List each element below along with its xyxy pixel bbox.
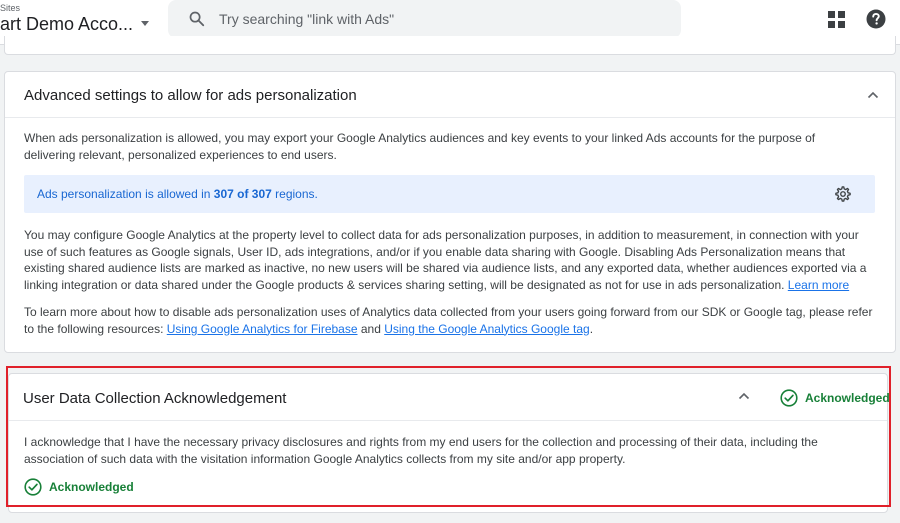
resources-and: and [357,321,385,336]
learn-more-link[interactable]: Learn more [788,278,849,292]
previous-card-edge [4,36,896,55]
card-title: Advanced settings to allow for ads perso… [24,87,357,104]
banner-prefix: Ads personalization is allowed in [37,187,214,201]
search-input[interactable] [219,8,659,30]
resources-end: . [589,321,594,336]
regions-status-text: Ads personalization is allowed in 307 of… [37,187,318,201]
search-icon[interactable] [188,10,205,27]
apps-grid-icon[interactable] [828,11,845,28]
breadcrumb[interactable]: Sites [0,3,20,13]
personalization-text: You may configure Google Analytics at th… [24,228,867,292]
ads-personalization-card: Advanced settings to allow for ads perso… [4,71,896,353]
personalization-paragraph: You may configure Google Analytics at th… [24,227,874,293]
ads-personalization-header[interactable]: Advanced settings to allow for ads perso… [5,72,895,118]
intro-text: When ads personalization is allowed, you… [24,131,816,162]
highlight-frame [6,366,891,507]
regions-info-banner: Ads personalization is allowed in 307 of… [24,175,875,213]
dropdown-caret-icon[interactable] [141,21,149,26]
help-icon[interactable] [866,9,886,29]
account-selector[interactable]: art Demo Acco... [0,14,133,35]
gear-icon[interactable] [834,185,852,203]
chevron-up-icon[interactable] [867,91,879,99]
regions-count: 307 of 307 [213,187,272,201]
firebase-link[interactable]: Using Google Analytics for Firebase [167,322,358,336]
resources-paragraph: To learn more about how to disable ads p… [24,304,880,337]
google-tag-link[interactable]: Using the Google Analytics Google tag [384,322,589,336]
search-bar[interactable] [168,0,681,38]
banner-suffix: regions. [271,187,318,201]
